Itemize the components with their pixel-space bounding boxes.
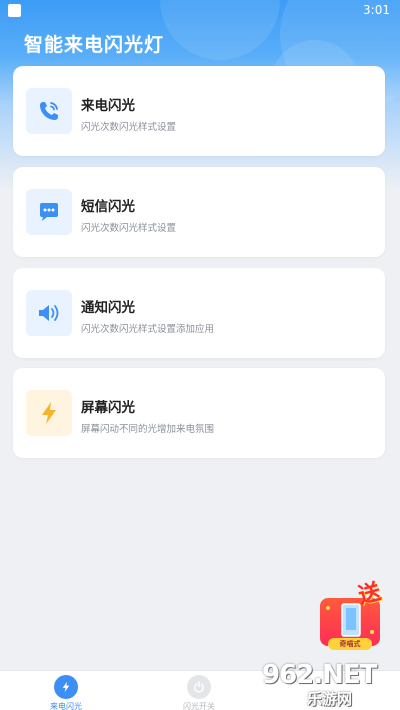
tab-label: 闪光开关 (183, 702, 215, 710)
notification-icon (8, 4, 21, 17)
lightning-icon (26, 390, 72, 436)
watermark-name: 乐游网 (307, 690, 353, 708)
card-description: 屏幕闪动不同的光增加来电氛围 (81, 424, 215, 435)
card-title: 通知闪光 (81, 300, 135, 316)
card-description: 闪光次数闪光样式设置 (81, 122, 177, 133)
card-screen-flash[interactable]: 屏幕闪光 屏幕闪动不同的光增加来电氛围 (13, 368, 385, 458)
status-time: 3:01 (363, 3, 390, 17)
card-description: 闪光次数闪光样式设置添加应用 (81, 324, 215, 335)
promo-label: 奇喵式 (328, 638, 372, 650)
card-call-flash[interactable]: 来电闪光 闪光次数闪光样式设置 (13, 66, 385, 156)
card-title: 屏幕闪光 (81, 400, 135, 416)
message-icon (26, 189, 72, 235)
card-title: 短信闪光 (81, 199, 135, 215)
site-watermark: 962.NET 乐游网 (262, 660, 397, 708)
card-sms-flash[interactable]: 短信闪光 闪光次数闪光样式设置 (13, 167, 385, 257)
page-title: 智能来电闪光灯 (24, 34, 165, 56)
status-bar: 3:01 (0, 0, 400, 22)
card-description: 闪光次数闪光样式设置 (81, 223, 177, 234)
power-icon (187, 675, 211, 699)
phone-icon (26, 88, 72, 134)
card-notification-flash[interactable]: 通知闪光 闪光次数闪光样式设置添加应用 (13, 268, 385, 358)
tab-call-flash[interactable]: 来电闪光 (26, 675, 106, 710)
promo-gift-badge[interactable]: 送 奇喵式 (310, 578, 390, 658)
tab-flash-switch[interactable]: 闪光开关 (159, 675, 239, 710)
lightning-icon (54, 675, 78, 699)
speaker-icon (26, 290, 72, 336)
tab-label: 来电闪光 (50, 702, 82, 710)
watermark-site: 962.NET (262, 660, 377, 690)
card-title: 来电闪光 (81, 98, 135, 114)
